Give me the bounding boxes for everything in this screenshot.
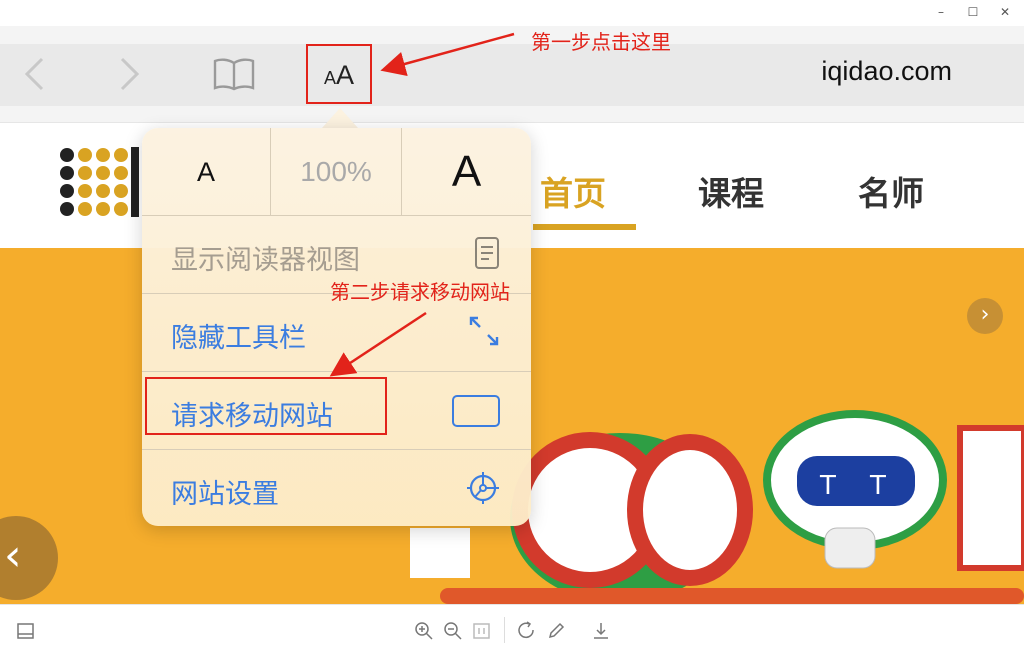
step1-arrow xyxy=(380,32,515,77)
step2-arrow xyxy=(329,311,427,377)
annotation-step1: 第一步点击这里 xyxy=(531,30,671,54)
annotation-step2: 第二步请求移动网站 xyxy=(330,280,510,304)
annotation-arrows xyxy=(329,32,515,377)
